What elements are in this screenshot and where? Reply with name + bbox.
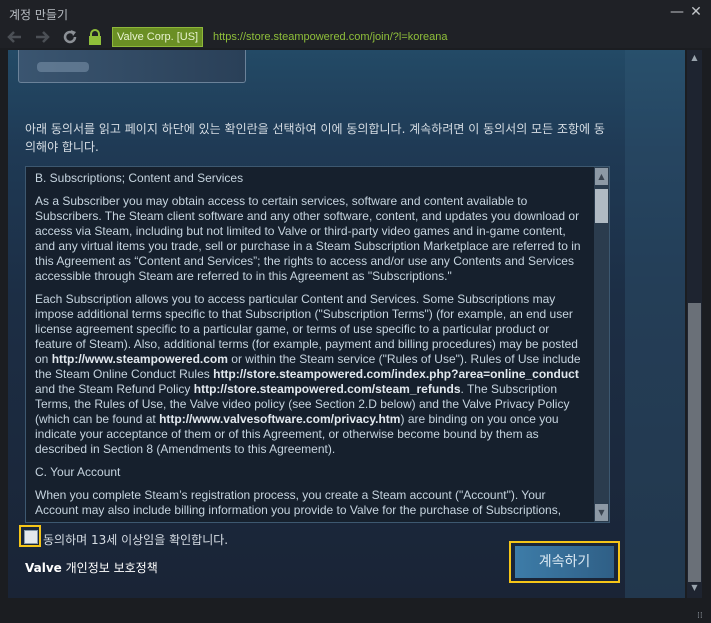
continue-button[interactable]: 계속하기 <box>515 546 614 578</box>
agreement-paragraph: As a Subscriber you may obtain access to… <box>35 194 581 283</box>
page-scroll-thumb[interactable] <box>688 303 701 582</box>
agree-checkbox[interactable] <box>24 530 38 544</box>
back-arrow-icon[interactable] <box>6 30 22 44</box>
page-scroll-down-icon[interactable]: ▼ <box>687 580 702 596</box>
agreement-paragraph: When you complete Steam’s registration p… <box>35 488 562 517</box>
right-panel <box>625 50 685 598</box>
scroll-thumb[interactable] <box>595 189 608 223</box>
refund-policy-link[interactable]: http://store.steampowered.com/steam_refu… <box>194 382 461 396</box>
section-heading: B. Subscriptions; Content and Services <box>35 171 244 185</box>
resize-grip-icon[interactable]: ⁞⁞ <box>697 611 709 621</box>
agreement-text: B. Subscriptions; Content and Services A… <box>35 171 587 519</box>
agree-checkbox-label[interactable]: 동의하며 13세 이상임을 확인합니다. <box>43 531 228 548</box>
steampowered-link[interactable]: http://www.steampowered.com <box>52 352 228 366</box>
privacy-link[interactable]: http://www.valvesoftware.com/privacy.htm <box>159 412 400 426</box>
minimize-button[interactable]: — <box>668 3 686 21</box>
page-scrollbar[interactable]: ▲ ▼ <box>687 50 702 598</box>
agree-checkbox-highlight <box>19 525 41 547</box>
window-title: 계정 만들기 <box>9 8 69 22</box>
agreement-paragraph: Each Subscription allows you to access p… <box>35 292 581 456</box>
url-text: https://store.steampowered.com/join/?l=k… <box>213 31 448 43</box>
close-button[interactable]: ✕ <box>687 3 705 21</box>
reload-icon[interactable] <box>62 29 78 45</box>
scroll-down-icon[interactable]: ▼ <box>595 504 608 521</box>
blurred-value <box>37 62 89 72</box>
section-heading: C. Your Account <box>35 465 121 479</box>
scroll-up-icon[interactable]: ▲ <box>595 168 608 185</box>
agreement-instructions: 아래 동의서를 읽고 페이지 하단에 있는 확인란을 선택하여 이에 동의합니다… <box>25 122 605 154</box>
lock-icon <box>89 29 101 45</box>
account-name-field[interactable] <box>18 50 246 83</box>
continue-highlight: 계속하기 <box>509 541 620 583</box>
agreement-scrollbar[interactable]: ▲ ▼ <box>594 167 609 522</box>
privacy-policy-link[interactable]: Valve 개인정보 보호정책 <box>25 559 158 576</box>
page-scroll-up-icon[interactable]: ▲ <box>687 50 702 66</box>
title-bar: 계정 만들기 — ✕ <box>0 0 711 26</box>
online-conduct-link[interactable]: http://store.steampowered.com/index.php?… <box>213 367 579 381</box>
agreement-box[interactable]: B. Subscriptions; Content and Services A… <box>25 166 610 523</box>
forward-arrow-icon[interactable] <box>35 30 51 44</box>
certificate-badge[interactable]: Valve Corp. [US] <box>112 27 204 47</box>
page-content: 아래 동의서를 읽고 페이지 하단에 있는 확인란을 선택하여 이에 동의합니다… <box>8 50 685 598</box>
